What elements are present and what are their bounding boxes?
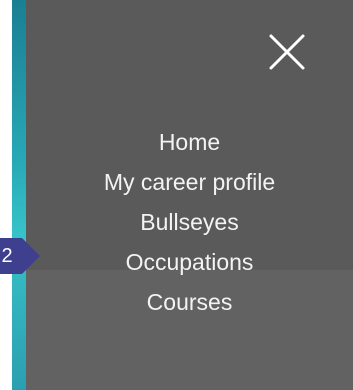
menu-item-courses[interactable]: Courses [26,282,353,322]
step-badge: 2 [0,238,40,274]
navigation-menu: Home My career profile Bullseyes Occupat… [26,122,353,322]
left-margin [0,0,12,390]
close-button[interactable] [267,32,307,72]
menu-item-bullseyes[interactable]: Bullseyes [26,202,353,242]
step-badge-number: 2 [1,245,13,267]
menu-item-home[interactable]: Home [26,122,353,162]
menu-screen: Home My career profile Bullseyes Occupat… [0,0,353,390]
menu-item-occupations[interactable]: Occupations [26,242,353,282]
close-icon [269,34,305,70]
menu-item-my-career-profile[interactable]: My career profile [26,162,353,202]
teal-background-edge [12,0,26,390]
